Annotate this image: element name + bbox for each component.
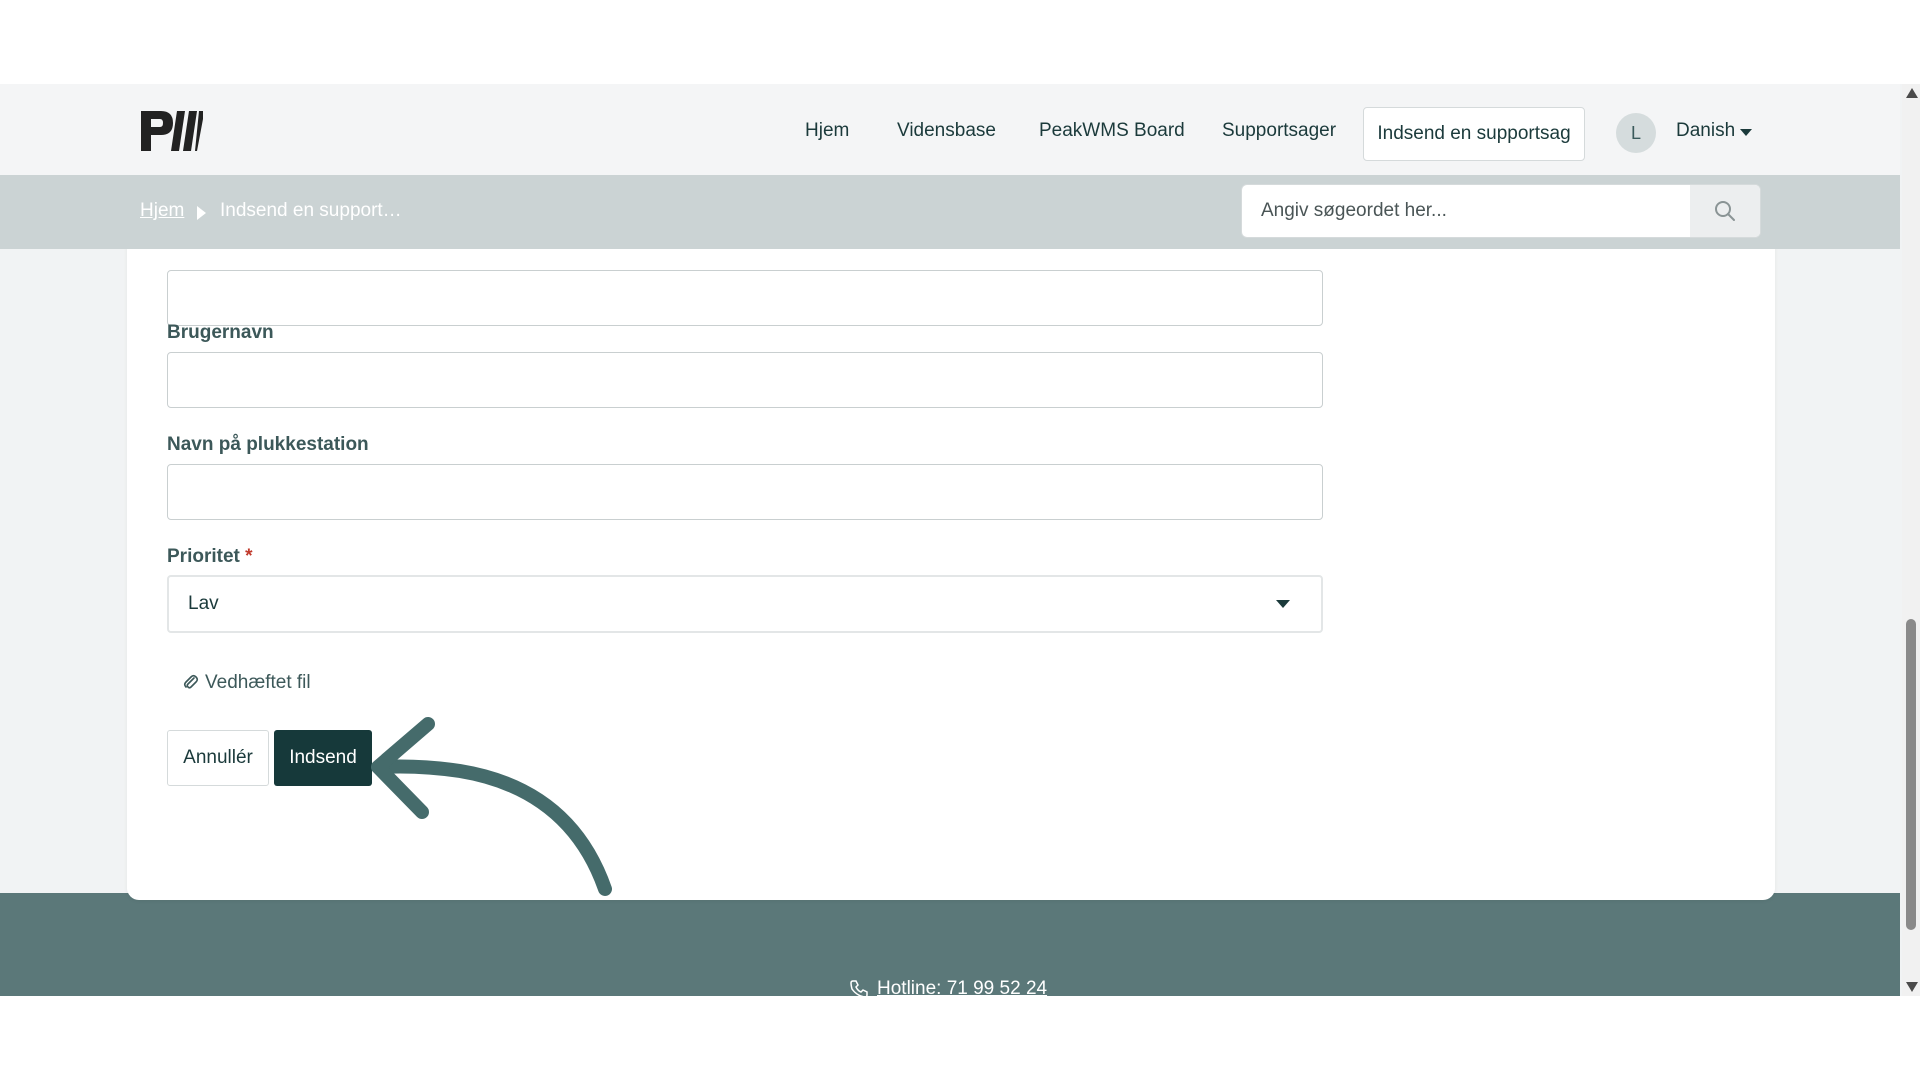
pick-station-input[interactable] xyxy=(167,464,1323,520)
nav-link-home[interactable]: Hjem xyxy=(805,120,849,142)
nav-link-support-cases[interactable]: Supportsager xyxy=(1222,120,1336,142)
previous-field-input[interactable] xyxy=(167,270,1323,326)
priority-select[interactable]: Lav xyxy=(167,575,1323,633)
avatar[interactable]: L xyxy=(1616,113,1656,153)
username-input[interactable] xyxy=(167,352,1323,408)
language-selector[interactable]: Danish xyxy=(1676,120,1735,142)
search-box xyxy=(1241,184,1761,238)
nav-link-knowledge-base[interactable]: Vidensbase xyxy=(897,120,996,142)
submit-button[interactable]: Indsend xyxy=(274,730,372,786)
required-marker: * xyxy=(245,546,253,567)
search-input[interactable] xyxy=(1242,185,1690,237)
vertical-scrollbar[interactable] xyxy=(1902,84,1920,996)
priority-label-text: Prioritet xyxy=(167,546,240,567)
top-navbar: Hjem Vidensbase PeakWMS Board Supportsag… xyxy=(0,84,1900,175)
chevron-down-icon xyxy=(1276,600,1290,608)
hotline-link[interactable]: Hotline: 71 99 52 24 xyxy=(849,978,1047,996)
breadcrumb-current: Indsend en support… xyxy=(220,200,402,221)
scrollbar-thumb[interactable] xyxy=(1906,619,1916,930)
breadcrumb-bar: Hjem Indsend en support… xyxy=(0,175,1900,249)
search-icon xyxy=(1715,201,1735,221)
caret-down-icon[interactable] xyxy=(1740,129,1752,136)
priority-selected-value: Lav xyxy=(188,593,219,614)
annotation-arrow-icon xyxy=(371,717,612,896)
pick-station-label: Navn på plukkestation xyxy=(167,434,369,455)
breadcrumb-home-link[interactable]: Hjem xyxy=(140,200,184,222)
hotline-text: Hotline: 71 99 52 24 xyxy=(877,978,1048,996)
submit-support-case-button[interactable]: Indsend en supportsag xyxy=(1363,107,1585,161)
site-footer: Hotline: 71 99 52 24 xyxy=(0,893,1900,996)
peakwms-logo[interactable] xyxy=(139,109,203,153)
attachment-link[interactable]: Vedhæftet fil xyxy=(183,672,311,694)
search-button[interactable] xyxy=(1690,185,1760,237)
paperclip-icon xyxy=(183,674,199,689)
username-label: Brugernavn xyxy=(167,322,274,343)
browser-viewport: Hjem Vidensbase PeakWMS Board Supportsag… xyxy=(0,84,1920,996)
nav-link-peakwms-board[interactable]: PeakWMS Board xyxy=(1039,120,1185,142)
priority-label: Prioritet * xyxy=(167,546,253,568)
scroll-down-icon[interactable] xyxy=(1906,982,1918,992)
attachment-label: Vedhæftet fil xyxy=(205,672,311,693)
phone-icon xyxy=(850,980,868,996)
scroll-up-icon[interactable] xyxy=(1906,88,1918,98)
cancel-button[interactable]: Annullér xyxy=(167,730,269,786)
breadcrumb-separator-icon xyxy=(197,206,206,220)
